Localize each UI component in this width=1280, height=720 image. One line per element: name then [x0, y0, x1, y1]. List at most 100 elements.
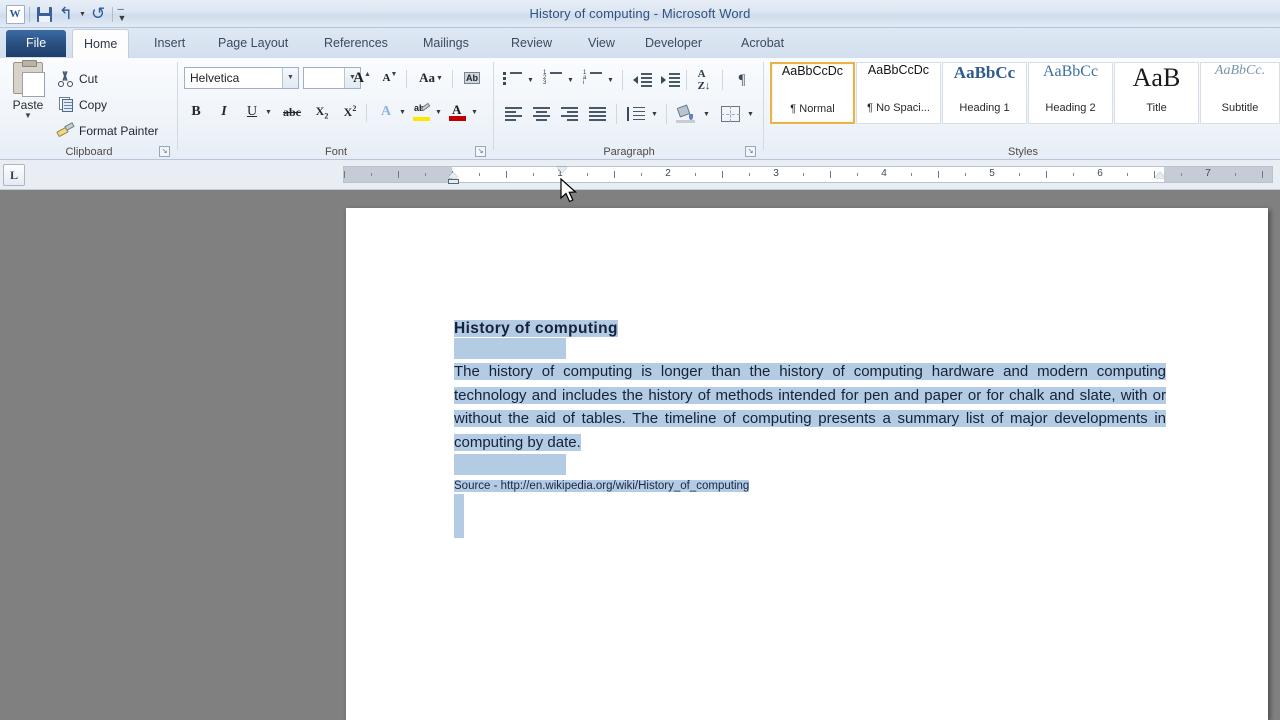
chevron-down-icon[interactable]: ▼	[564, 68, 576, 92]
align-center-icon	[533, 107, 551, 121]
format-painter-button[interactable]: Format Painter	[56, 120, 158, 141]
ribbon: Paste ▼ Cut Copy Format Painter Clipboar…	[0, 58, 1280, 160]
document-body[interactable]: History of computing The history of comp…	[454, 320, 1166, 538]
copy-button[interactable]: Copy	[56, 94, 107, 115]
chevron-down-icon[interactable]: ▼	[604, 68, 616, 92]
show-formatting-marks-button[interactable]: ¶	[730, 68, 754, 92]
tab-mailings[interactable]: Mailings	[412, 29, 480, 58]
change-case-button[interactable]: Aa▼	[414, 66, 448, 90]
chevron-down-icon[interactable]: ▼	[744, 102, 756, 126]
center-button[interactable]	[530, 102, 554, 126]
chevron-down-icon[interactable]: ▼	[700, 102, 712, 126]
horizontal-ruler[interactable]: 1234567	[343, 166, 1273, 183]
multilevel-list-button[interactable]: 1ai	[582, 68, 604, 92]
word-logo-icon[interactable]: W	[4, 3, 26, 25]
tab-developer[interactable]: Developer	[634, 29, 713, 58]
tab-stop-selector-button[interactable]: L	[3, 164, 25, 186]
style-heading-2[interactable]: AaBbCc Heading 2	[1028, 62, 1113, 124]
save-icon[interactable]	[33, 3, 55, 25]
style-preview: AaBbCc	[1029, 63, 1112, 101]
underline-dropdown-icon[interactable]: ▼	[262, 100, 274, 124]
font-color-button[interactable]: A	[446, 100, 470, 124]
sort-button[interactable]: AZ↓	[692, 68, 716, 92]
superscript-button[interactable]: X2	[338, 100, 362, 124]
strikethrough-button[interactable]: abc	[280, 100, 304, 124]
ruler-number: 3	[773, 168, 779, 179]
word-window: History of computing - Microsoft Word W …	[0, 0, 1280, 720]
chevron-down-icon[interactable]: ▼	[524, 68, 536, 92]
tab-file[interactable]: File	[6, 30, 66, 57]
copy-label: Copy	[79, 98, 107, 112]
divider	[722, 70, 723, 90]
format-painter-label: Format Painter	[79, 124, 158, 138]
ruler-number: 7	[1205, 168, 1211, 179]
style-preview: AaBbCс	[943, 63, 1026, 101]
ribbon-tab-strip: File Home Insert Page Layout References …	[0, 28, 1280, 58]
bold-button[interactable]: B	[184, 100, 208, 124]
first-line-indent-marker[interactable]	[557, 167, 567, 173]
customize-quick-access-toolbar-icon[interactable]: ─▼	[116, 3, 128, 25]
style-heading-1[interactable]: AaBbCс Heading 1	[942, 62, 1027, 124]
document-source: Source - http://en.wikipedia.org/wiki/Hi…	[454, 480, 749, 492]
tab-references[interactable]: References	[313, 29, 399, 58]
shrink-font-button[interactable]: A▼	[378, 66, 402, 90]
tab-review[interactable]: Review	[500, 29, 563, 58]
ribbon-group-paragraph: ▼ 123 ▼ 1ai ▼ AZ↓ ¶	[494, 58, 764, 160]
shading-button[interactable]	[674, 102, 698, 126]
tab-view[interactable]: View	[577, 29, 626, 58]
style-normal[interactable]: AaBbCcDc ¶ Normal	[770, 62, 855, 124]
italic-button[interactable]: I	[212, 100, 236, 124]
decrease-indent-button[interactable]	[630, 68, 654, 92]
style-title[interactable]: AaB Title	[1114, 62, 1199, 124]
font-color-icon: A	[448, 102, 468, 122]
align-right-button[interactable]	[558, 102, 582, 126]
tab-home[interactable]: Home	[72, 29, 129, 59]
clear-formatting-icon[interactable]: Ab	[460, 66, 484, 90]
redo-icon[interactable]: ↻	[87, 3, 109, 25]
style-no-spacing[interactable]: AaBbCcDc ¶ No Spaci...	[856, 62, 941, 124]
document-blank-line	[454, 338, 1166, 360]
font-dialog-launcher[interactable]: ↘	[475, 146, 486, 157]
grow-font-button[interactable]: A▲	[350, 66, 374, 90]
chevron-down-icon[interactable]: ▼	[6, 112, 50, 120]
text-effects-button[interactable]: A	[374, 100, 398, 124]
underline-button[interactable]: U	[240, 100, 264, 124]
ribbon-group-clipboard: Paste ▼ Cut Copy Format Painter Clipboar…	[0, 58, 178, 160]
align-left-button[interactable]	[502, 102, 526, 126]
right-indent-marker[interactable]	[1155, 172, 1165, 178]
cut-label: Cut	[79, 72, 98, 86]
line-spacing-button[interactable]	[624, 102, 648, 126]
increase-indent-icon	[661, 73, 680, 87]
chevron-down-icon[interactable]: ▼	[468, 100, 480, 124]
trailing-selection	[454, 494, 464, 538]
increase-indent-button[interactable]	[658, 68, 682, 92]
chevron-down-icon[interactable]: ▼	[396, 100, 408, 124]
ruler-number: 6	[1097, 168, 1103, 179]
style-subtitle[interactable]: AaBbCc. Subtitle	[1200, 62, 1280, 124]
hanging-indent-marker[interactable]	[448, 172, 458, 178]
numbering-button[interactable]: 123	[542, 68, 564, 92]
paste-button[interactable]: Paste ▼	[6, 62, 50, 120]
undo-icon[interactable]: ↰	[55, 3, 77, 25]
undo-dropdown-icon[interactable]: ▼	[77, 3, 87, 25]
clipboard-dialog-launcher[interactable]: ↘	[159, 146, 170, 157]
cut-button[interactable]: Cut	[56, 68, 98, 89]
font-name-input[interactable]: Helvetica ▼	[184, 67, 299, 89]
clipboard-group-label: Clipboard	[0, 146, 178, 158]
bullets-button[interactable]	[502, 68, 524, 92]
text-highlight-color-button[interactable]: ab	[410, 100, 434, 124]
document-page[interactable]: History of computing The history of comp…	[346, 208, 1268, 720]
paragraph-dialog-launcher[interactable]: ↘	[745, 146, 756, 157]
chevron-down-icon[interactable]: ▼	[648, 102, 660, 126]
justify-button[interactable]	[586, 102, 610, 126]
chevron-down-icon[interactable]: ▼	[432, 100, 444, 124]
align-justify-icon	[589, 107, 607, 121]
tab-insert[interactable]: Insert	[143, 29, 196, 58]
chevron-down-icon[interactable]: ▼	[282, 68, 298, 88]
tab-page-layout[interactable]: Page Layout	[207, 29, 299, 58]
tab-acrobat[interactable]: Acrobat	[730, 29, 795, 58]
subscript-button[interactable]: X2	[310, 100, 334, 124]
borders-button[interactable]	[718, 102, 742, 126]
left-indent-marker[interactable]	[448, 179, 459, 184]
document-heading-line: History of computing	[454, 320, 1166, 338]
